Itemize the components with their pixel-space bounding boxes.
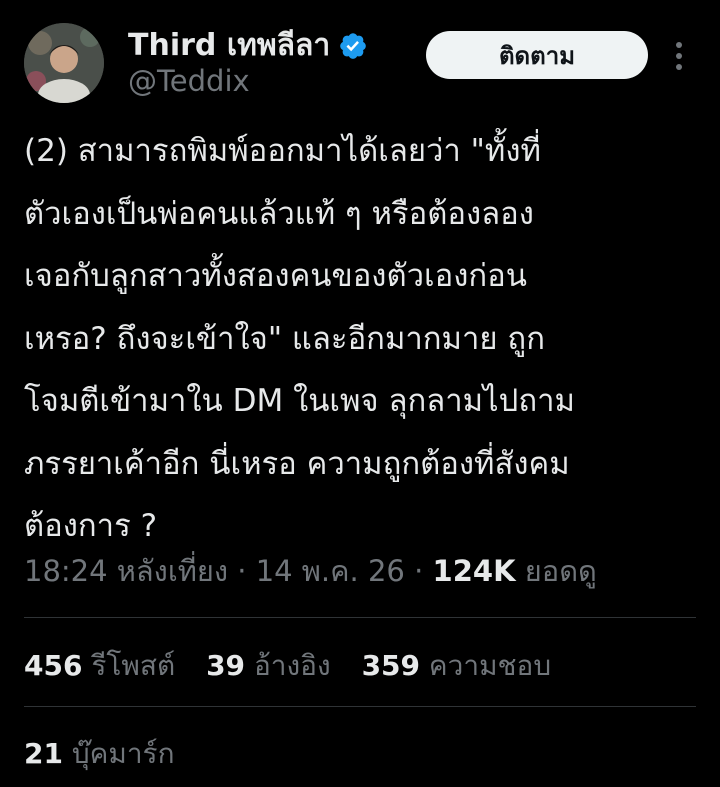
author-name[interactable]: Third เทพลีลา: [128, 22, 330, 69]
author-handle[interactable]: @Teddix: [128, 64, 250, 98]
divider: [24, 706, 696, 707]
tweet-line: เจอกับลูกสาวทั้งสองคนของตัวเองก่อน: [24, 258, 527, 294]
views-label: ยอดดู: [515, 554, 597, 588]
tweet-line: เหรอ? ถึงจะเข้าใจ" และอีกมากมาย ถูก: [24, 320, 545, 357]
tweet-date[interactable]: 14 พ.ค. 26: [256, 554, 405, 588]
more-vertical-icon: [676, 42, 682, 70]
likes-stat[interactable]: 359 ความชอบ: [362, 644, 552, 688]
tweet-meta: 18:24 หลังเที่ยง · 14 พ.ค. 26 · 124K ยอด…: [24, 548, 597, 594]
bookmarks-stat[interactable]: 21 บุ๊คมาร์ก: [24, 732, 175, 776]
meta-separator: ·: [228, 554, 256, 588]
bookmarks-label: บุ๊คมาร์ก: [62, 737, 175, 770]
reposts-label: รีโพสต์: [82, 649, 176, 682]
quotes-count: 39: [206, 649, 246, 682]
views-count: 124K: [432, 554, 516, 588]
meta-separator: ·: [404, 554, 433, 588]
tweet-line: ตัวเองเป็นพ่อคนแล้วแท้ ๆ หรือต้องลอง: [24, 195, 534, 232]
tweet-text: (2) สามารถพิมพ์ออกมาได้เลยว่า "ทั้งที่ ต…: [24, 120, 700, 558]
tweet-line: ภรรยาเค้าอีก นี่เหรอ ความถูกต้องที่สังคม: [24, 445, 570, 482]
avatar-photo: [24, 23, 104, 103]
bookmarks-count: 21: [24, 737, 63, 770]
avatar[interactable]: [24, 23, 104, 103]
reposts-count: 456: [24, 649, 83, 682]
tweet-header: Third เทพลีลา @Teddix ติดตาม: [0, 0, 720, 120]
tweet-line: โจมตีเข้ามาใน DM ในเพจ ลุกลามไปถาม: [24, 383, 575, 419]
tweet-line: (2) สามารถพิมพ์ออกมาได้เลยว่า "ทั้งที่: [24, 133, 541, 169]
quotes-stat[interactable]: 39 อ้างอิง: [206, 644, 331, 688]
divider: [24, 617, 696, 618]
follow-button[interactable]: ติดตาม: [426, 31, 648, 79]
tweet-time[interactable]: 18:24 หลังเที่ยง: [24, 554, 228, 588]
likes-count: 359: [361, 649, 421, 682]
engagement-stats: 456 รีโพสต์ 39 อ้างอิง 359 ความชอบ: [24, 644, 573, 688]
quotes-label: อ้างอิง: [245, 649, 331, 682]
likes-label: ความชอบ: [420, 649, 552, 682]
reposts-stat[interactable]: 456 รีโพสต์: [24, 644, 175, 688]
verified-badge-icon: [340, 32, 367, 59]
more-options-button[interactable]: [666, 38, 692, 74]
